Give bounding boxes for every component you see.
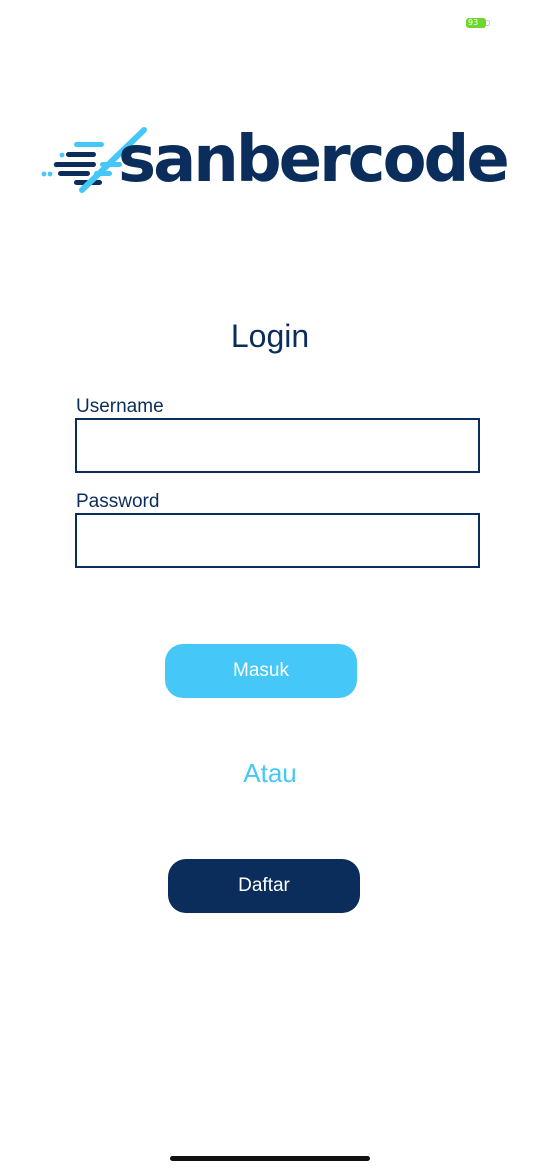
home-indicator[interactable] (170, 1156, 370, 1161)
separator-text: Atau (243, 758, 297, 788)
sanbercode-logo: sanbercode (40, 122, 510, 198)
battery-icon: 93 (466, 18, 486, 28)
page-title: Login (230, 318, 310, 354)
battery-level: 93 (468, 18, 479, 27)
username-input[interactable] (75, 418, 480, 473)
login-button[interactable]: Masuk (165, 644, 357, 698)
register-button[interactable]: Daftar (168, 859, 360, 913)
password-label: Password (76, 491, 160, 512)
username-label: Username (76, 396, 164, 417)
login-screen: 93 sanbercode Login Username Password Ma… (0, 0, 540, 1170)
logo-wordmark: sanbercode (118, 123, 510, 197)
battery-tip (486, 20, 490, 26)
password-input[interactable] (75, 513, 480, 568)
